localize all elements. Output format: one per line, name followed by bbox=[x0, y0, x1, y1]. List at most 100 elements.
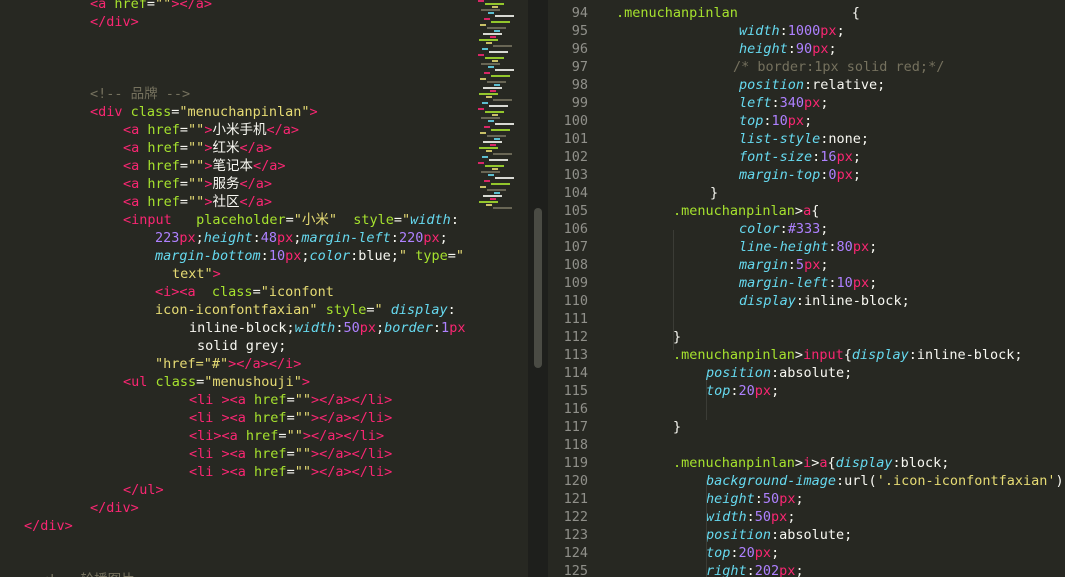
right-code-line[interactable]: 125 right:202px; bbox=[548, 562, 1065, 577]
code-text: top:20px; bbox=[706, 544, 779, 562]
left-code-line[interactable]: <li ><a href=""></a></li> bbox=[0, 391, 528, 409]
right-code-line[interactable]: 114 position:absolute; bbox=[548, 364, 1065, 382]
left-code-line[interactable]: "href="#"></a></i> bbox=[0, 355, 528, 373]
right-code-line[interactable]: 113 .menuchanpinlan>input{display:inline-… bbox=[548, 346, 1065, 364]
right-code-line[interactable]: 112} bbox=[548, 328, 1065, 346]
minimap-line bbox=[493, 99, 512, 101]
left-code-line[interactable]: <!-- 品牌 --> bbox=[0, 85, 528, 103]
left-code-line[interactable]: <input placeholder="小米" style="width: bbox=[0, 211, 528, 229]
left-code-line[interactable]: <a href="">服务</a> bbox=[0, 175, 528, 193]
code-token: 223 bbox=[155, 230, 180, 246]
left-code-line[interactable]: <i><a class="iconfont bbox=[0, 283, 528, 301]
minimap[interactable] bbox=[470, 0, 528, 210]
right-code-line[interactable]: 103 margin-top:0px; bbox=[548, 166, 1065, 184]
code-token: 10 bbox=[836, 275, 853, 291]
scrollbar-thumb[interactable] bbox=[534, 208, 542, 368]
right-code-line[interactable]: 124 top:20px; bbox=[548, 544, 1065, 562]
left-code-line[interactable]: <ul class="menushouji"> bbox=[0, 373, 528, 391]
minimap-line bbox=[488, 120, 494, 122]
left-code-line[interactable]: <!-- 轮播图片 bbox=[0, 571, 528, 577]
line-number: 122 bbox=[563, 509, 588, 525]
right-code-line[interactable]: 107 line-height:80px; bbox=[548, 238, 1065, 256]
right-code-line[interactable]: 119 .menuchanpinlan>i>a{display:block; bbox=[548, 454, 1065, 472]
right-code-line[interactable]: 108 margin:5px; bbox=[548, 256, 1065, 274]
right-code-line[interactable]: 101 list-style:none; bbox=[548, 130, 1065, 148]
left-code-line[interactable]: icon-iconfontfaxian" style=" display: bbox=[0, 301, 528, 319]
code-token: <i> bbox=[155, 284, 180, 300]
right-code-line[interactable]: 106 color:#333; bbox=[548, 220, 1065, 238]
left-code-line[interactable]: <li ><a href=""></a></li> bbox=[0, 463, 528, 481]
code-token: ; bbox=[836, 23, 845, 39]
left-code-line[interactable] bbox=[0, 31, 528, 49]
left-code-line[interactable]: <a href="">笔记本</a> bbox=[0, 157, 528, 175]
right-code-line[interactable]: 105 .menuchanpinlan>a{ bbox=[548, 202, 1065, 220]
right-code-line[interactable]: 123 position:absolute; bbox=[548, 526, 1065, 544]
left-code-line[interactable]: <li ><a href=""></a></li> bbox=[0, 409, 528, 427]
right-code-line[interactable]: 98 position:relative; bbox=[548, 76, 1065, 94]
left-code-line[interactable]: text"> bbox=[0, 265, 528, 283]
right-editor-pane[interactable]: 94 .menuchanpinlan {95 width:1000px; 96 heig… bbox=[548, 0, 1065, 577]
right-code-line[interactable]: 99 left:340px; bbox=[548, 94, 1065, 112]
code-token: : bbox=[787, 257, 796, 273]
left-code-line[interactable]: <a href=""></a> bbox=[0, 0, 528, 13]
left-code-line[interactable]: <a href="">社区</a> bbox=[0, 193, 528, 211]
right-code-line[interactable]: 97 /* border:1px solid red;*/ bbox=[548, 58, 1065, 76]
left-code-line[interactable]: </div> bbox=[0, 517, 528, 535]
right-code-line[interactable]: 122 width:50px; bbox=[548, 508, 1065, 526]
code-token: 笔记本 bbox=[212, 158, 253, 174]
right-code-line[interactable]: 95 width:1000px; bbox=[548, 22, 1065, 40]
left-code-line[interactable]: 223px;height:48px;margin-left:220px; bbox=[0, 229, 528, 247]
right-code-line[interactable]: 120 background-image:url('.icon-iconfontf… bbox=[548, 472, 1065, 490]
line-number: 121 bbox=[563, 491, 588, 507]
left-code-line[interactable]: </div> bbox=[0, 13, 528, 31]
code-token: </div> bbox=[24, 518, 73, 534]
right-code-line[interactable]: 94 .menuchanpinlan { bbox=[548, 4, 1065, 22]
right-code-line[interactable]: 111 bbox=[548, 310, 1065, 328]
left-code-line[interactable]: <a href="">红米</a> bbox=[0, 139, 528, 157]
code-token: display bbox=[851, 347, 909, 363]
left-code-line[interactable]: solid grey; bbox=[0, 337, 528, 355]
code-token: list-style bbox=[739, 131, 821, 147]
left-editor-pane[interactable]: <a href=""></a> </div> <!-- 品牌 --> <div cla… bbox=[0, 0, 528, 577]
left-code-line[interactable] bbox=[0, 49, 528, 67]
code-text: margin:5px; bbox=[739, 256, 828, 274]
editor-scrollbar[interactable] bbox=[528, 0, 548, 577]
left-code-line[interactable]: inline-block;width:50px;border:1px bbox=[0, 319, 528, 337]
left-code-line[interactable] bbox=[0, 535, 528, 553]
left-code-line[interactable]: </div> bbox=[0, 499, 528, 517]
minimap-line bbox=[490, 90, 496, 92]
left-code-line[interactable] bbox=[0, 67, 528, 85]
right-code-line[interactable]: 121 height:50px; bbox=[548, 490, 1065, 508]
code-token: "iconfont bbox=[260, 284, 334, 300]
code-token: :block; bbox=[892, 455, 950, 471]
right-code-line[interactable]: 102 font-size:16px; bbox=[548, 148, 1065, 166]
left-code-line[interactable]: margin-bottom:10px;color:blue;" type=" bbox=[0, 247, 528, 265]
right-code-line[interactable]: 115 top:20px; bbox=[548, 382, 1065, 400]
code-token: </div> bbox=[90, 500, 139, 516]
code-text: </div> bbox=[90, 499, 139, 517]
right-code-line[interactable]: 110 display:inline-block; bbox=[548, 292, 1065, 310]
right-code-line[interactable]: 116 bbox=[548, 400, 1065, 418]
left-code-line[interactable] bbox=[0, 553, 528, 571]
line-number: 96 bbox=[571, 41, 588, 57]
code-token: px bbox=[812, 41, 829, 57]
left-code-line[interactable]: <li ><a href=""></a></li> bbox=[0, 445, 528, 463]
code-text: <i><a class="iconfont bbox=[155, 283, 334, 301]
left-code-line[interactable]: </ul> bbox=[0, 481, 528, 499]
code-token: '.icon-iconfontfaxian' bbox=[876, 473, 1056, 489]
right-code-line[interactable]: 104} bbox=[548, 184, 1065, 202]
right-code-line[interactable]: 96 height:90px; bbox=[548, 40, 1065, 58]
code-text: right:202px; bbox=[706, 562, 804, 577]
code-token: <li bbox=[189, 392, 222, 408]
left-code-line[interactable]: <div class="menuchanpinlan"> bbox=[0, 103, 528, 121]
code-text: top:10px; bbox=[739, 112, 812, 130]
right-code-line[interactable]: 118 bbox=[548, 436, 1065, 454]
code-token: margin-top bbox=[739, 167, 821, 183]
left-code-line[interactable]: <li><a href=""></a></li> bbox=[0, 427, 528, 445]
right-code-line[interactable]: 117} bbox=[548, 418, 1065, 436]
right-code-line[interactable]: 100 top:10px; bbox=[548, 112, 1065, 130]
line-number: 120 bbox=[563, 473, 588, 489]
left-code-line[interactable]: <a href="">小米手机</a> bbox=[0, 121, 528, 139]
right-code-line[interactable]: 109 margin-left:10px; bbox=[548, 274, 1065, 292]
